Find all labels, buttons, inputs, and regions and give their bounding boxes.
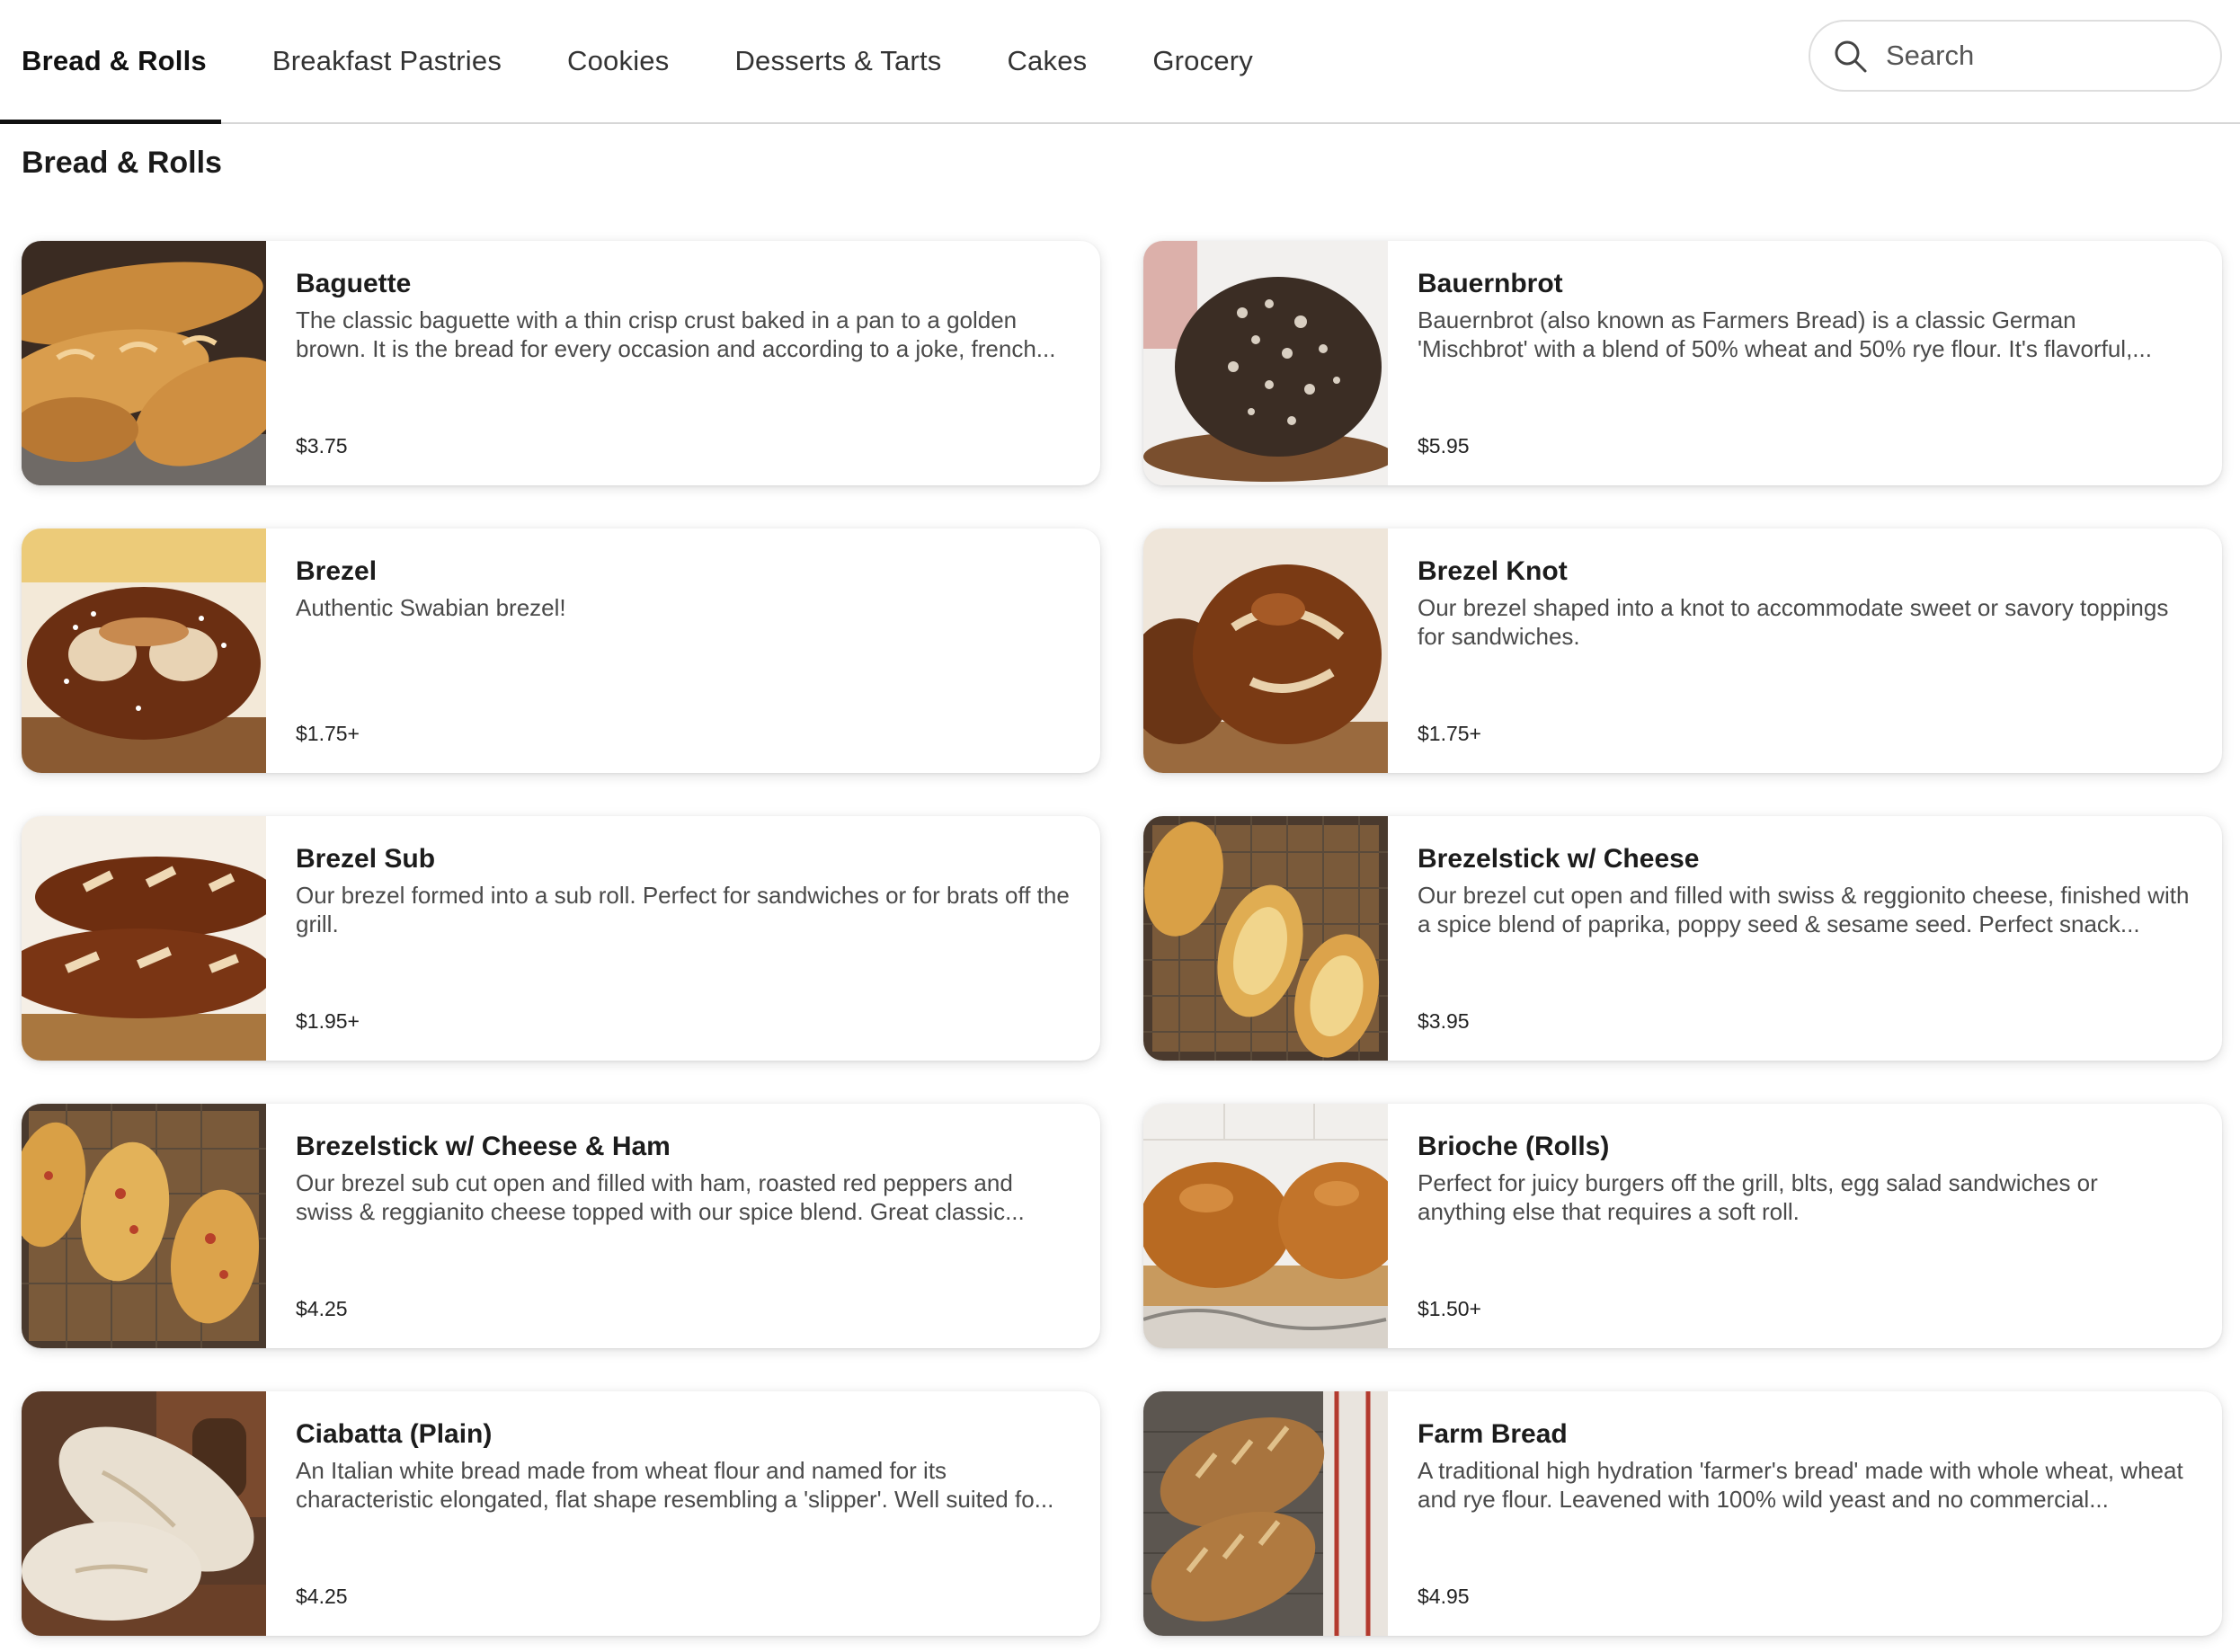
product-price: $4.25 [296,1297,348,1320]
category-tabs: Bread & Rolls Breakfast Pastries Cookies… [0,0,1319,124]
product-card[interactable]: Brezel Knot Our brezel shaped into a kno… [1143,528,2222,773]
product-card[interactable]: Brezel Sub Our brezel formed into a sub … [22,816,1100,1061]
product-description: Our brezel formed into a sub roll. Perfe… [296,882,1070,937]
product-card[interactable]: Brioche (Rolls) Perfect for juicy burger… [1143,1104,2222,1348]
product-image-brioche [1143,1104,1388,1348]
product-image-brezel-knot [1143,528,1388,773]
product-name: Brezel [296,556,378,586]
product-name: Brezel Knot [1418,556,1568,586]
product-description: Our brezel shaped into a knot to accommo… [1418,594,2169,650]
product-description: Authentic Swabian brezel! [296,594,566,621]
product-price: $5.95 [1418,434,1470,457]
search-box[interactable] [1809,20,2222,92]
product-image-brezelstick-cheese-ham [22,1104,266,1348]
product-description: An Italian white bread made from wheat f… [296,1457,1054,1513]
product-name: Brioche (Rolls) [1418,1132,1610,1161]
product-grid: Baguette The classic baguette with a thi… [22,241,2222,1636]
product-price: $4.25 [296,1585,348,1608]
product-description: A traditional high hydration 'farmer's b… [1418,1457,2183,1513]
product-image-farm-bread [1143,1391,1388,1636]
product-description: Our brezel sub cut open and filled with … [296,1169,1025,1225]
product-price: $1.95+ [296,1009,360,1033]
product-description: The classic baguette with a thin crisp c… [296,306,1056,362]
product-card[interactable]: Brezelstick w/ Cheese Our brezel cut ope… [1143,816,2222,1061]
product-price: $3.75 [296,434,348,457]
tab-cakes[interactable]: Cakes [1007,0,1087,122]
product-image-ciabatta [22,1391,266,1636]
product-card[interactable]: Brezel Authentic Swabian brezel! $1.75+ [22,528,1100,773]
search-input[interactable] [1884,39,2208,73]
product-name: Bauernbrot [1418,269,1563,298]
product-name: Brezelstick w/ Cheese [1418,844,1700,874]
tab-desserts-tarts[interactable]: Desserts & Tarts [734,0,941,122]
product-card[interactable]: Bauernbrot Bauernbrot (also known as Far… [1143,241,2222,485]
product-image-brezel-sub [22,816,266,1061]
product-card[interactable]: Ciabatta (Plain) An Italian white bread … [22,1391,1100,1636]
product-card[interactable]: Brezelstick w/ Cheese & Ham Our brezel s… [22,1104,1100,1348]
product-image-brezel [22,528,266,773]
product-name: Ciabatta (Plain) [296,1419,493,1449]
product-card[interactable]: Farm Bread A traditional high hydration … [1143,1391,2222,1636]
product-description: Perfect for juicy burgers off the grill,… [1418,1169,2098,1225]
tab-bread-rolls[interactable]: Bread & Rolls [0,0,221,124]
tab-cookies[interactable]: Cookies [567,0,669,122]
product-price: $3.95 [1418,1009,1470,1033]
search-icon [1832,38,1868,74]
tab-breakfast-pastries[interactable]: Breakfast Pastries [272,0,502,122]
tab-grocery[interactable]: Grocery [1152,0,1253,122]
product-description: Bauernbrot (also known as Farmers Bread)… [1418,306,2152,362]
product-name: Farm Bread [1418,1419,1568,1449]
top-navigation: Bread & Rolls Breakfast Pastries Cookies… [0,0,2240,124]
product-image-brezelstick-cheese [1143,816,1388,1061]
product-image-bauernbrot [1143,241,1388,485]
product-price: $1.50+ [1418,1297,1481,1320]
product-description: Our brezel cut open and filled with swis… [1418,882,2190,937]
product-price: $1.75+ [296,722,360,745]
product-image-baguette [22,241,266,485]
product-price: $4.95 [1418,1585,1470,1608]
product-name: Brezel Sub [296,844,436,874]
product-card[interactable]: Baguette The classic baguette with a thi… [22,241,1100,485]
product-price: $1.75+ [1418,722,1481,745]
product-name: Baguette [296,269,412,298]
product-name: Brezelstick w/ Cheese & Ham [296,1132,671,1161]
section-title: Bread & Rolls [22,146,222,180]
